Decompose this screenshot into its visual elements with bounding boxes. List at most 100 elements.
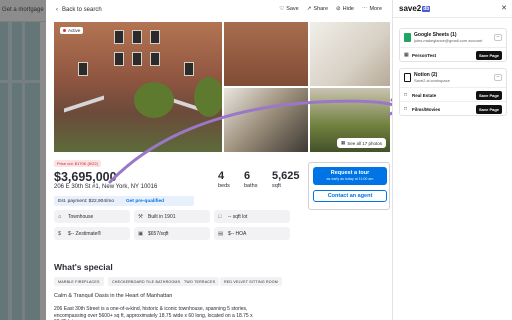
destination-label: Real Estate bbox=[412, 92, 437, 98]
beds-label: beds bbox=[218, 183, 230, 189]
collapse-toggle-button[interactable]: − bbox=[494, 74, 502, 81]
see-all-photos-button[interactable]: ▦ See all 17 photos bbox=[336, 138, 386, 148]
feature-tag: TWO TERRACES bbox=[180, 277, 220, 286]
integration-subtitle: jules.makeglance@gmail.com account bbox=[414, 38, 483, 43]
baths-value: 6 bbox=[244, 170, 251, 182]
fact-label[interactable]: $-- Zestimate® bbox=[68, 231, 101, 237]
baths-label: baths bbox=[244, 183, 258, 189]
integration-header: Notion (2) Save2.ai workspace − bbox=[400, 69, 506, 87]
feature-tag: MARBLE FIREPLACES bbox=[54, 277, 104, 286]
active-badge: Active bbox=[60, 27, 84, 34]
description-body: 206 East 30th Street is a one-of-a-kind,… bbox=[54, 306, 253, 320]
fact-item: ⚒ Built in 1901 bbox=[134, 210, 210, 223]
photo-window bbox=[132, 30, 142, 44]
listing-price: $3,695,000 bbox=[54, 170, 117, 184]
share-action[interactable]: ↗ Share bbox=[307, 6, 328, 12]
notion-icon bbox=[404, 73, 411, 82]
back-label: Back to search bbox=[62, 7, 102, 13]
hide-action[interactable]: ⊘ Hide bbox=[336, 6, 354, 12]
zestimate-icon: $ bbox=[58, 230, 62, 237]
save-action[interactable]: ♡ Save bbox=[279, 6, 298, 12]
contact-box: Request a tour as early as today at 11:0… bbox=[308, 162, 390, 210]
more-label: More bbox=[369, 6, 382, 12]
extension-logo: save2 db bbox=[399, 4, 431, 13]
status-dot-icon bbox=[63, 29, 66, 32]
notion-page-icon: □ bbox=[404, 92, 408, 98]
photo-tree bbox=[134, 82, 174, 118]
fact-label: $657/sqft bbox=[148, 230, 169, 237]
photo-thumbnail[interactable] bbox=[224, 22, 308, 86]
more-icon: ⋯ bbox=[361, 6, 368, 12]
integration-card-notion: Notion (2) Save2.ai workspace − □ Real E… bbox=[399, 68, 507, 116]
active-label: Active bbox=[68, 28, 81, 33]
notion-page-icon: □ bbox=[404, 106, 408, 112]
fact-label: $-- HOA bbox=[228, 230, 247, 237]
listing-actions: ♡ Save ↗ Share ⊘ Hide ⋯ More bbox=[279, 6, 382, 12]
grid-icon: ▦ bbox=[340, 140, 346, 145]
more-action[interactable]: ⋯ More bbox=[362, 6, 382, 12]
fact-item: ⌂ Townhouse bbox=[54, 210, 130, 223]
google-sheets-icon bbox=[404, 33, 411, 42]
see-all-label: See all 17 photos bbox=[347, 140, 382, 146]
home-icon: ⌂ bbox=[58, 213, 62, 220]
fact-label: -- sqft lot bbox=[228, 213, 248, 220]
main-photo[interactable]: Active bbox=[54, 22, 222, 152]
save-page-button[interactable]: Save Page bbox=[476, 50, 502, 60]
share-icon: ↗ bbox=[306, 6, 312, 12]
photo-window bbox=[114, 52, 124, 66]
save-page-button[interactable]: Save Page bbox=[476, 90, 502, 100]
feature-tag: CHECKERBOARD TILE BATHROOMS bbox=[108, 277, 185, 286]
ruler-icon: □ bbox=[218, 213, 222, 220]
hide-label: Hide bbox=[342, 6, 354, 12]
sheet-icon: ▦ bbox=[404, 52, 409, 58]
sqft-value: 5,625 bbox=[272, 170, 300, 182]
request-tour-button[interactable]: Request a tour as early as today at 11:0… bbox=[313, 167, 387, 185]
heart-icon: ♡ bbox=[279, 6, 285, 12]
estimated-payment-bar: Est. payment: $22,904/mo Get pre-qualifi… bbox=[54, 196, 194, 206]
pre-qualified-link[interactable]: Get pre-qualified bbox=[126, 199, 164, 204]
fact-item: ▤ $-- HOA bbox=[214, 227, 290, 240]
collapse-toggle-button[interactable]: − bbox=[494, 34, 502, 41]
close-icon[interactable]: ✕ bbox=[501, 4, 507, 12]
save-label: Save bbox=[286, 6, 299, 12]
share-label: Share bbox=[313, 6, 329, 12]
photo-thumbnail[interactable] bbox=[310, 22, 390, 86]
photo-window bbox=[150, 52, 160, 66]
fact-item: ▣ $657/sqft bbox=[134, 227, 210, 240]
sqft-label: sqft bbox=[272, 183, 281, 189]
fact-item: $ $-- Zestimate® bbox=[54, 227, 130, 240]
photo-gallery: Active ▦ See all 17 photos bbox=[54, 22, 390, 152]
photo-thumbnail[interactable] bbox=[224, 88, 308, 152]
extension-header: save2 db ✕ bbox=[393, 0, 512, 18]
hoa-icon: ▤ bbox=[218, 230, 224, 237]
photo-window bbox=[132, 52, 142, 66]
integration-subtitle: Save2.ai workspace bbox=[414, 78, 450, 83]
request-tour-label: Request a tour bbox=[330, 170, 370, 176]
logo-box: db bbox=[422, 5, 431, 12]
beds-value: 4 bbox=[218, 170, 225, 182]
contact-agent-button[interactable]: Contact an agent bbox=[313, 190, 387, 202]
save-page-button[interactable]: Save Page bbox=[476, 104, 502, 114]
destination-row: □ Real Estate Save Page bbox=[400, 87, 506, 101]
integration-header: Google Sheets (1) jules.makeglance@gmail… bbox=[400, 29, 506, 47]
destination-label: PersonTest bbox=[412, 52, 437, 58]
modal-topbar: ‹ Back to search ♡ Save ↗ Share ⊘ Hide ⋯ Mor… bbox=[46, 0, 392, 22]
request-tour-sublabel: as early as today at 11:00 am bbox=[326, 177, 374, 181]
fact-label: Built in 1901 bbox=[148, 213, 176, 220]
price-sqft-icon: ▣ bbox=[138, 230, 144, 237]
extension-panel: save2 db ✕ Google Sheets (1) jules.makeg… bbox=[392, 0, 512, 320]
estimated-payment-text[interactable]: Est. payment: $22,904/mo bbox=[58, 199, 114, 204]
back-to-search-link[interactable]: ‹ Back to search bbox=[56, 7, 102, 13]
listing-modal: ‹ Back to search ♡ Save ↗ Share ⊘ Hide ⋯ Mor… bbox=[46, 0, 392, 320]
fact-label: Townhouse bbox=[68, 213, 94, 220]
photo-thumbnail[interactable]: ▦ See all 17 photos bbox=[310, 88, 390, 152]
photo-stair bbox=[64, 95, 104, 113]
integration-card-google-sheets: Google Sheets (1) jules.makeglance@gmail… bbox=[399, 28, 507, 62]
photo-tree bbox=[194, 77, 222, 117]
logo-text: save2 bbox=[399, 4, 422, 13]
photo-window bbox=[78, 62, 88, 76]
sqft-stat: 5,625 sqft bbox=[272, 170, 300, 189]
destination-row: ▦ PersonTest Save Page bbox=[400, 47, 506, 61]
photo-window bbox=[150, 30, 160, 44]
beds-stat: 4 beds bbox=[218, 170, 230, 189]
